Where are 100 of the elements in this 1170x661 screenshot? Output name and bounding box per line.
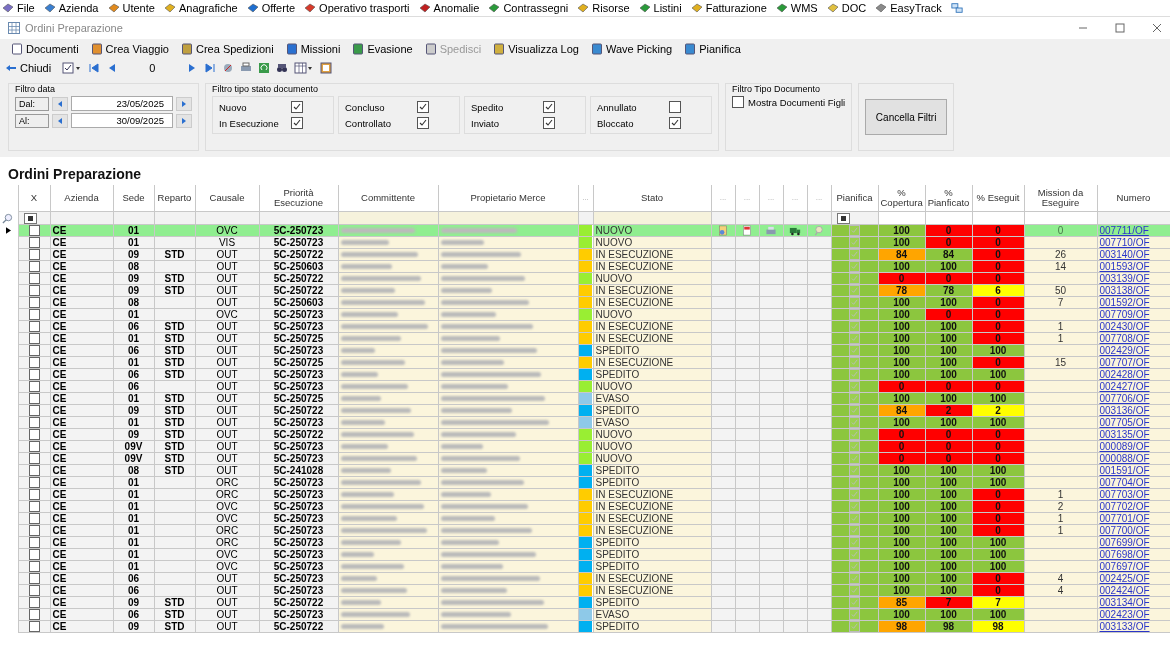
table-row[interactable]: CE 08 OUT 5C-250603 IN ESECUZIONE 100 100 0 7 001592/OF <box>0 296 1170 309</box>
pianifica-checkbox[interactable] <box>849 429 860 440</box>
column-header[interactable]: % Eseguit <box>972 185 1024 212</box>
table-row[interactable]: CE 09 STD OUT 5C-250722 NUOVO 0 0 0 003135/OF <box>0 428 1170 441</box>
date-field[interactable]: 23/05/2025 <box>71 96 173 111</box>
pianifica-checkbox[interactable] <box>849 237 860 248</box>
filter-checkbox[interactable] <box>836 213 850 224</box>
row-checkbox[interactable] <box>28 501 40 512</box>
pianifica-checkbox[interactable] <box>849 393 860 404</box>
toolbar-button[interactable]: Wave Picking <box>585 43 678 55</box>
close-icon[interactable] <box>1152 23 1162 33</box>
row-checkbox[interactable] <box>28 393 40 404</box>
row-checkbox[interactable] <box>28 381 40 392</box>
toolbar-button[interactable]: Evasione <box>347 43 418 55</box>
table-row[interactable]: CE 09 STD OUT 5C-250722 SPEDITO 84 2 2 003136/OF <box>0 404 1170 417</box>
pianifica-checkbox[interactable] <box>849 273 860 284</box>
pianifica-checkbox[interactable] <box>849 321 860 332</box>
date-field[interactable]: 30/09/2025 <box>71 113 173 128</box>
status-checkbox[interactable] <box>291 101 303 113</box>
row-checkbox[interactable] <box>28 225 40 236</box>
table-row[interactable]: CE 06 OUT 5C-250723 IN ESECUZIONE 100 100 0 4 002424/OF <box>0 584 1170 597</box>
row-checkbox[interactable] <box>28 261 40 272</box>
menu-item[interactable]: Utente <box>107 2 155 14</box>
column-header[interactable]: Causale <box>195 185 259 212</box>
table-row[interactable]: CE 01 ORC 5C-250723 SPEDITO 100 100 100 007704/OF <box>0 476 1170 489</box>
table-row[interactable]: CE 01 ORC 5C-250723 IN ESECUZIONE 100 100 0 1 007703/OF <box>0 488 1170 501</box>
next-date-button[interactable] <box>176 113 192 128</box>
pianifica-checkbox[interactable] <box>849 537 860 548</box>
toolbar-button[interactable]: Pianifica <box>679 43 746 55</box>
pianifica-checkbox[interactable] <box>849 465 860 476</box>
table-row[interactable]: CE 01 ORC 5C-250723 SPEDITO 100 100 100 007699/OF <box>0 536 1170 549</box>
column-header[interactable]: Azienda <box>50 185 113 212</box>
table-row[interactable]: CE 01 OVC 5C-250723 IN ESECUZIONE 100 100 0 1 007701/OF <box>0 512 1170 525</box>
next-date-button[interactable] <box>176 96 192 111</box>
menu-item[interactable]: Operativo trasporti <box>304 2 410 14</box>
table-row[interactable]: CE 01 STD OUT 5C-250725 IN ESECUZIONE 100 100 0 1 007708/OF <box>0 332 1170 345</box>
table-row[interactable]: CE 06 STD OUT 5C-250723 IN ESECUZIONE 100 100 0 1 002430/OF <box>0 320 1170 333</box>
row-checkbox[interactable] <box>28 621 40 632</box>
row-checkbox[interactable] <box>28 465 40 476</box>
column-header[interactable]: Sede <box>113 185 154 212</box>
toolbar-button[interactable]: Documenti <box>6 43 84 55</box>
table-row[interactable]: CE 09V STD OUT 5C-250723 NUOVO 0 0 0 000089/OF <box>0 440 1170 453</box>
menu-item[interactable]: Risorse <box>577 2 630 14</box>
menu-item[interactable]: Fatturazione <box>690 2 767 14</box>
row-checkbox[interactable] <box>28 297 40 308</box>
column-header[interactable]: Reparto <box>154 185 195 212</box>
pianifica-checkbox[interactable] <box>849 489 860 500</box>
column-header[interactable]: Propietario Merce <box>438 185 578 212</box>
table-row[interactable]: CE 01 STD OUT 5C-250725 EVASO 100 100 100 007706/OF <box>0 392 1170 405</box>
table-row[interactable]: CE 06 STD OUT 5C-250723 EVASO 100 100 100 002423/OF <box>0 608 1170 621</box>
row-checkbox[interactable] <box>28 597 40 608</box>
row-checkbox[interactable] <box>28 513 40 524</box>
table-row[interactable]: CE 01 OVC 5C-250723 SPEDITO 100 100 100 007697/OF <box>0 560 1170 573</box>
table-row[interactable]: CE 06 STD OUT 5C-250723 SPEDITO 100 100 100 002429/OF <box>0 344 1170 357</box>
pianifica-checkbox[interactable] <box>849 453 860 464</box>
delete-icon[interactable] <box>222 62 235 74</box>
note-icon[interactable] <box>741 225 753 236</box>
row-checkbox[interactable] <box>28 477 40 488</box>
row-checkbox[interactable] <box>28 453 40 464</box>
row-checkbox[interactable] <box>28 537 40 548</box>
table-row[interactable]: CE 09V STD OUT 5C-250723 NUOVO 0 0 0 000088/OF <box>0 452 1170 465</box>
menu-item[interactable]: Anagrafiche <box>163 2 238 14</box>
column-header[interactable]: % Copertura <box>878 185 925 212</box>
table-row[interactable]: CE 08 OUT 5C-250603 IN ESECUZIONE 100 100 0 14 001593/OF <box>0 260 1170 273</box>
row-checkbox[interactable] <box>28 333 40 344</box>
pianifica-checkbox[interactable] <box>849 297 860 308</box>
row-checkbox[interactable] <box>28 609 40 620</box>
row-checkbox[interactable] <box>28 309 40 320</box>
menu-item[interactable]: Contrassegni <box>488 2 569 14</box>
menu-item[interactable]: EasyTrack <box>875 2 942 14</box>
column-header[interactable]: Committente <box>338 185 438 212</box>
pianifica-checkbox[interactable] <box>849 609 860 620</box>
row-checkbox[interactable] <box>28 237 40 248</box>
pianifica-checkbox[interactable] <box>849 549 860 560</box>
column-header[interactable]: Pianifica <box>831 185 878 212</box>
pianifica-checkbox[interactable] <box>849 501 860 512</box>
menu-item[interactable]: Offerte <box>246 2 296 14</box>
table-row[interactable]: CE 01 OVC 5C-250723 NUOVO 100 0 0 007709/OF <box>0 308 1170 321</box>
row-checkbox[interactable] <box>28 549 40 560</box>
pianifica-checkbox[interactable] <box>849 585 860 596</box>
table-row[interactable]: CE 01 ORC 5C-250723 IN ESECUZIONE 100 100 0 1 007700/OF <box>0 524 1170 537</box>
column-header[interactable]: % Pianficato <box>925 185 972 212</box>
pianifica-checkbox[interactable] <box>849 309 860 320</box>
row-checkbox[interactable] <box>28 489 40 500</box>
search-icon[interactable] <box>2 212 13 224</box>
pianifica-checkbox[interactable] <box>849 405 860 416</box>
row-checkbox[interactable] <box>28 249 40 260</box>
checkbox-dropdown-icon[interactable] <box>62 62 83 74</box>
pianifica-checkbox[interactable] <box>849 261 860 272</box>
pianifica-checkbox[interactable] <box>849 225 860 236</box>
status-checkbox[interactable] <box>543 117 555 129</box>
status-checkbox[interactable] <box>543 101 555 113</box>
row-checkbox[interactable] <box>28 357 40 368</box>
last-icon[interactable] <box>204 62 217 74</box>
toolbar-button[interactable]: Visualizza Log <box>488 43 584 55</box>
close-button[interactable]: Chiudi <box>0 62 57 74</box>
toolbar-button[interactable]: Missioni <box>280 43 346 55</box>
toolbar-button[interactable]: Crea Viaggio <box>85 43 174 55</box>
pianifica-checkbox[interactable] <box>849 561 860 572</box>
first-icon[interactable] <box>88 62 101 74</box>
